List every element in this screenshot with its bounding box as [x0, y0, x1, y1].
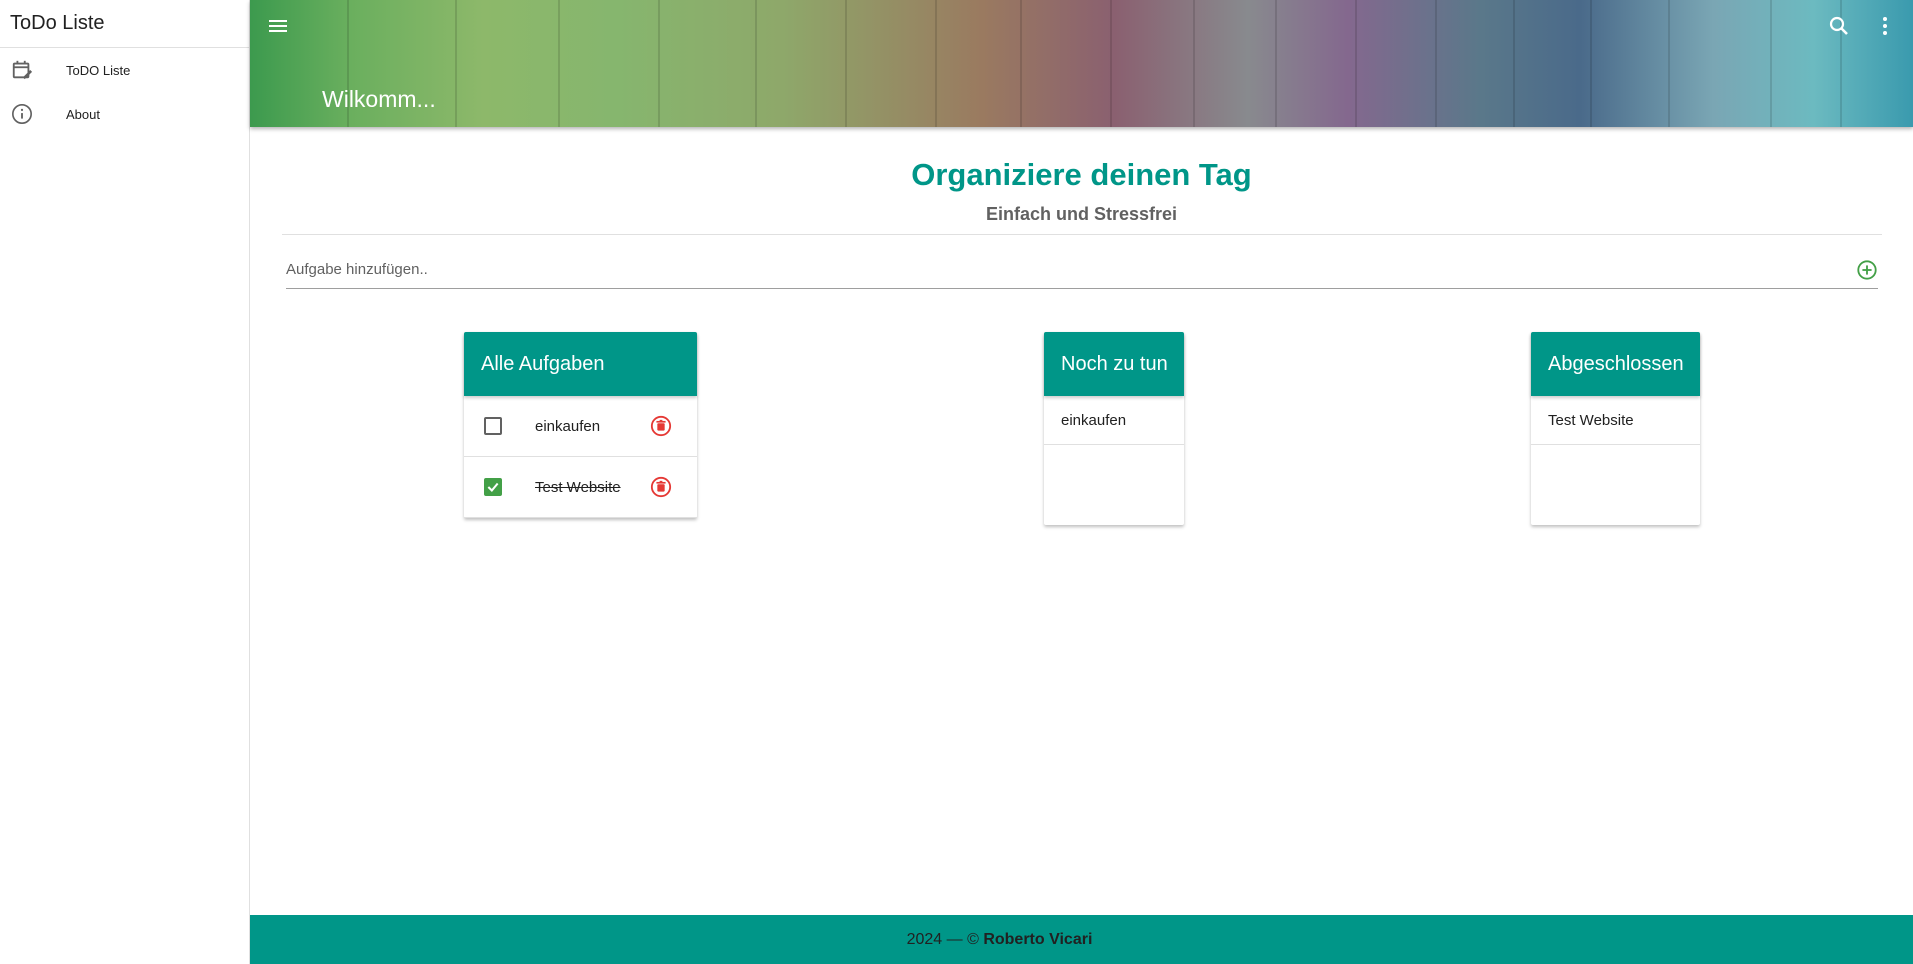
sidebar-title: ToDo Liste: [0, 0, 249, 48]
app-header: Wilkomm...: [250, 0, 1913, 127]
check-icon: [487, 482, 499, 493]
footer: 2024 — © Roberto Vicari: [250, 915, 1913, 964]
header-stripe: [1435, 0, 1437, 127]
task-text: Test Website: [535, 478, 621, 496]
header-stripe: [935, 0, 937, 127]
sidebar: ToDo Liste ToDO Liste About: [0, 0, 250, 964]
sidebar-item-label: About: [66, 106, 100, 122]
header-stripe: [1193, 0, 1195, 127]
task-checkbox[interactable]: [484, 417, 502, 435]
card-header: Abgeschlossen: [1531, 332, 1700, 396]
add-task-field: [286, 251, 1878, 289]
sidebar-item-about[interactable]: About: [0, 92, 249, 136]
header-stripe: [1668, 0, 1670, 127]
header-stripe: [755, 0, 757, 127]
header-title: Wilkomm...: [322, 86, 436, 112]
header-stripe: [1355, 0, 1357, 127]
sidebar-item-todo[interactable]: ToDO Liste: [0, 48, 249, 92]
task-text: einkaufen: [535, 417, 601, 435]
main-content: Organiziere deinen Tag Einfach und Stres…: [250, 127, 1913, 915]
delete-icon[interactable]: [650, 476, 672, 498]
all-tasks-card: Alle Aufgaben einkaufen Test Website: [464, 332, 697, 518]
header-stripe: [1513, 0, 1515, 127]
hamburger-icon[interactable]: [266, 14, 290, 38]
footer-year: 2024 — ©: [906, 930, 979, 948]
task-row: einkaufen: [464, 396, 697, 457]
page-title: Organiziere deinen Tag: [911, 157, 1252, 192]
header-stripe: [455, 0, 457, 127]
list-item: einkaufen: [1044, 396, 1184, 445]
info-icon: [10, 102, 34, 126]
header-stripe: [1020, 0, 1022, 127]
search-icon[interactable]: [1827, 14, 1851, 38]
header-stripe: [1590, 0, 1592, 127]
task-row: Test Website: [464, 457, 697, 518]
divider: [282, 234, 1882, 235]
list-item: Test Website: [1531, 396, 1700, 445]
card-header: Alle Aufgaben: [464, 332, 697, 396]
header-stripe: [845, 0, 847, 127]
more-vert-icon[interactable]: [1873, 14, 1897, 38]
page-subtitle: Einfach und Stressfrei: [985, 204, 1178, 224]
add-task-input[interactable]: [286, 251, 1826, 288]
add-circle-icon[interactable]: [1856, 259, 1878, 281]
delete-icon[interactable]: [650, 415, 672, 437]
footer-text: 2024 — © Roberto Vicari: [907, 931, 1093, 949]
card-header: Noch zu tun: [1044, 332, 1184, 396]
sidebar-item-label: ToDO Liste: [66, 62, 131, 78]
header-stripe: [658, 0, 660, 127]
header-stripe: [1275, 0, 1277, 127]
footer-author: Roberto Vicari: [983, 930, 1093, 948]
todo-card: Noch zu tun einkaufen: [1044, 332, 1184, 525]
task-checkbox-checked[interactable]: [484, 478, 502, 496]
header-stripe: [1110, 0, 1112, 127]
done-card: Abgeschlossen Test Website: [1531, 332, 1700, 525]
header-stripe: [1770, 0, 1772, 127]
calendar-edit-icon: [10, 58, 34, 82]
header-stripe: [558, 0, 560, 127]
